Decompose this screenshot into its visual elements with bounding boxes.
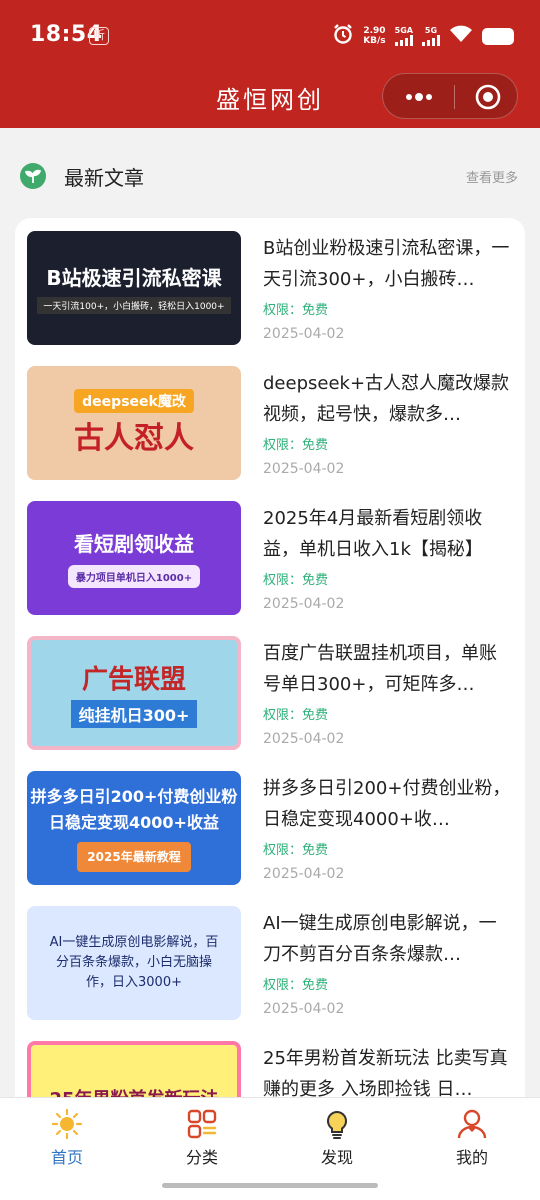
view-more-link[interactable]: 查看更多 — [466, 167, 518, 186]
tab-label: 首页 — [50, 1148, 83, 1167]
status-bar: 18:54 听 2.90 KB/s 5GA 5G — [0, 0, 540, 70]
article-date: 2025-04-02 — [263, 461, 345, 477]
net-speed-value: 2.90 — [363, 26, 386, 36]
tab-label: 发现 — [320, 1148, 353, 1167]
article-thumbnail: B站极速引流私密课 一天引流100+，小白搬砖，轻松日入1000+ — [27, 231, 241, 345]
hd-badge: 听 — [89, 27, 109, 45]
article-list: B站极速引流私密课 一天引流100+，小白搬砖，轻松日入1000+ B站创业粉极… — [15, 218, 525, 1118]
signal-bars-icon — [422, 35, 440, 46]
tab-discover[interactable]: 发现 — [287, 1106, 387, 1170]
thumbnail-subtext: 暴力项目单机日入1000+ — [67, 565, 201, 588]
article-date: 2025-04-02 — [263, 731, 345, 747]
article-thumbnail: AI一键生成原创电影解说，百分百条条爆款，小白无脑操作，日入3000+ — [27, 906, 241, 1020]
article-title: 25年男粉首发新玩法 比卖写真赚的更多 入场即捡钱 日… — [263, 1048, 508, 1100]
section-header: 最新文章 查看更多 — [0, 150, 540, 200]
list-item[interactable]: 广告联盟 纯挂机日300+ 百度广告联盟挂机项目，单账号单日300+，可矩阵多…… — [15, 623, 525, 758]
top-bar: 18:54 听 2.90 KB/s 5GA 5G 盛恒网创 — [0, 0, 540, 128]
sun-icon — [51, 1108, 83, 1140]
more-options-icon[interactable] — [399, 87, 439, 107]
battery-icon — [482, 27, 514, 45]
thumbnail-text: B站极速引流私密课 — [46, 266, 222, 290]
article-date: 2025-04-02 — [263, 1001, 345, 1017]
article-date: 2025-04-02 — [263, 866, 345, 882]
list-item[interactable]: deepseek魔改 古人怼人 deepseek+古人怼人魔改爆款视频，起号快，… — [15, 353, 525, 488]
thumbnail-subtext: deepseek魔改 — [74, 389, 194, 413]
thumbnail-text: AI一键生成原创电影解说，百分百条条爆款，小白无脑操作，日入3000+ — [49, 935, 219, 990]
article-date: 2025-04-02 — [263, 326, 345, 342]
article-title: deepseek+古人怼人魔改爆款视频，起号快，爆款多… — [263, 373, 510, 425]
article-permission: 权限：免费 — [263, 438, 329, 453]
list-item[interactable]: 看短剧领收益 暴力项目单机日入1000+ 2025年4月最新看短剧领收益，单机日… — [15, 488, 525, 623]
thumbnail-subtext: 2025年最新教程 — [77, 842, 191, 872]
article-permission: 权限：免费 — [263, 978, 329, 993]
thumbnail-text: 拼多多日引200+付费创业粉 日稳定变现4000+收益 — [30, 787, 238, 832]
signal-5g: 5G — [422, 26, 440, 46]
list-item[interactable]: B站极速引流私密课 一天引流100+，小白搬砖，轻松日入1000+ B站创业粉极… — [15, 218, 525, 353]
thumbnail-subtext: 纯挂机日300+ — [70, 699, 198, 728]
article-permission: 权限：免费 — [263, 303, 329, 318]
grid-icon — [186, 1108, 218, 1140]
thumbnail-text: 古人怼人 — [74, 421, 194, 456]
article-title: AI一键生成原创电影解说，一刀不剪百分百条条爆款… — [263, 913, 497, 965]
close-miniprogram-icon[interactable] — [475, 84, 501, 110]
thumbnail-text: 看短剧领收益 — [74, 532, 194, 556]
article-title: 2025年4月最新看短剧领收益，单机日收入1k【揭秘】 — [263, 508, 483, 560]
article-thumbnail: 看短剧领收益 暴力项目单机日入1000+ — [27, 501, 241, 615]
tab-label: 我的 — [455, 1148, 488, 1167]
tab-home[interactable]: 首页 — [17, 1106, 117, 1170]
article-date: 2025-04-02 — [263, 596, 345, 612]
list-item[interactable]: 拼多多日引200+付费创业粉 日稳定变现4000+收益 2025年最新教程 拼多… — [15, 758, 525, 893]
alarm-icon — [332, 23, 354, 49]
section-title: 最新文章 — [64, 166, 144, 190]
net-speed: 2.90 KB/s — [363, 26, 385, 46]
list-item[interactable]: AI一键生成原创电影解说，百分百条条爆款，小白无脑操作，日入3000+ AI一键… — [15, 893, 525, 1028]
signal-5ga: 5GA — [395, 26, 413, 46]
signal-5g-label: 5G — [424, 26, 438, 35]
net-speed-unit: KB/s — [363, 36, 386, 46]
article-permission: 权限：免费 — [263, 573, 329, 588]
tab-label: 分类 — [185, 1148, 218, 1167]
tab-mine[interactable]: 我的 — [422, 1106, 522, 1170]
user-icon — [456, 1108, 488, 1140]
signal-5ga-label: 5GA — [394, 26, 413, 35]
signal-bars-icon — [394, 35, 413, 46]
capsule-divider — [454, 85, 455, 109]
thumbnail-text: 广告联盟 — [81, 664, 186, 695]
article-title: 百度广告联盟挂机项目，单账号单日300+，可矩阵多… — [263, 643, 497, 695]
home-indicator — [162, 1183, 378, 1188]
thumbnail-subtext: 一天引流100+，小白搬砖，轻松日入1000+ — [37, 297, 231, 314]
tab-category[interactable]: 分类 — [152, 1106, 252, 1170]
article-info: AI一键生成原创电影解说，一刀不剪百分百条条爆款… 权限：免费 2025-04-… — [263, 908, 513, 1017]
article-info: deepseek+古人怼人魔改爆款视频，起号快，爆款多… 权限：免费 2025-… — [263, 368, 513, 477]
wifi-icon — [449, 25, 473, 47]
article-thumbnail: deepseek魔改 古人怼人 — [27, 366, 241, 480]
article-title: B站创业粉极速引流私密课，一天引流300+，小白搬砖… — [263, 238, 510, 290]
article-info: 25年男粉首发新玩法 比卖写真赚的更多 入场即捡钱 日… — [263, 1043, 513, 1105]
article-title: 拼多多日引200+付费创业粉，日稳定变现4000+收… — [263, 778, 511, 830]
article-permission: 权限：免费 — [263, 843, 329, 858]
lightbulb-icon — [321, 1108, 353, 1140]
article-info: B站创业粉极速引流私密课，一天引流300+，小白搬砖… 权限：免费 2025-0… — [263, 233, 513, 342]
miniprogram-capsule — [382, 73, 518, 119]
article-info: 百度广告联盟挂机项目，单账号单日300+，可矩阵多… 权限：免费 2025-04… — [263, 638, 513, 747]
article-thumbnail: 广告联盟 纯挂机日300+ — [27, 636, 241, 750]
article-permission: 权限：免费 — [263, 708, 329, 723]
article-thumbnail: 拼多多日引200+付费创业粉 日稳定变现4000+收益 2025年最新教程 — [27, 771, 241, 885]
article-info: 拼多多日引200+付费创业粉，日稳定变现4000+收… 权限：免费 2025-0… — [263, 773, 513, 882]
status-icons: 2.90 KB/s 5GA 5G — [332, 22, 514, 50]
sprout-icon — [20, 163, 46, 189]
article-info: 2025年4月最新看短剧领收益，单机日收入1k【揭秘】 权限：免费 2025-0… — [263, 503, 513, 612]
